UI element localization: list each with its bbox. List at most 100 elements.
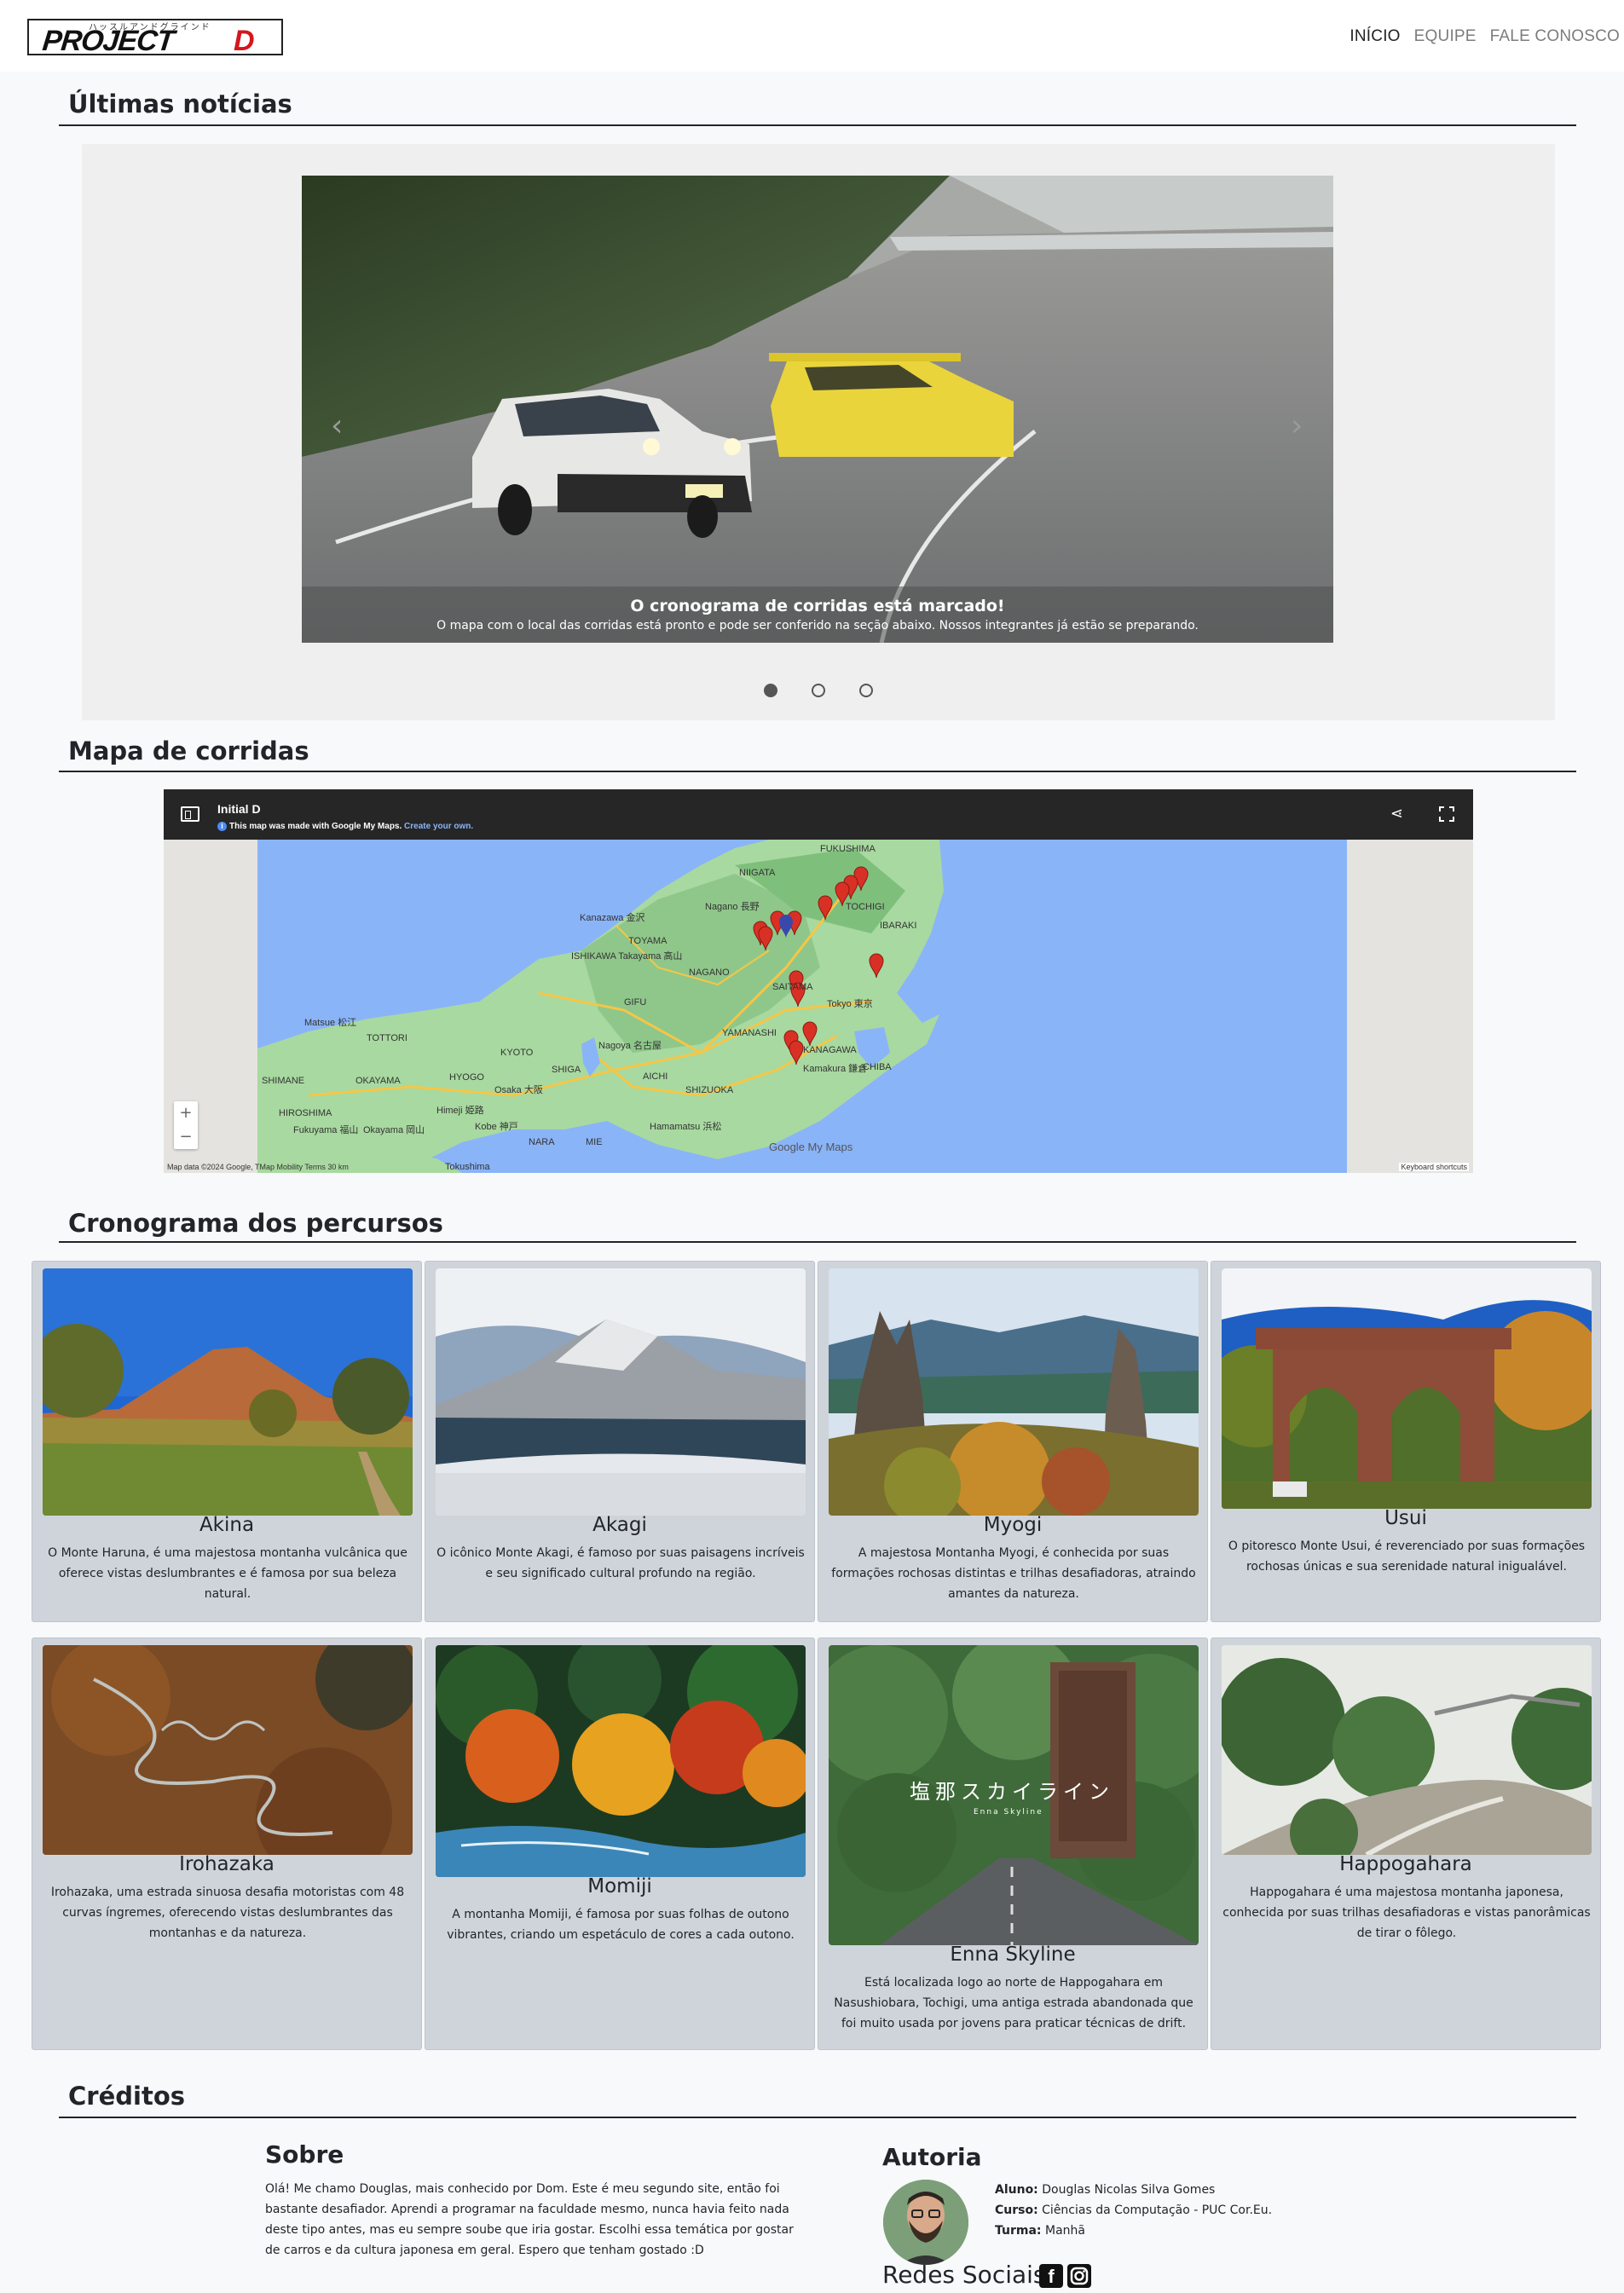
keyboard-shortcuts-link[interactable]: Keyboard shortcuts xyxy=(1399,1163,1469,1171)
svg-text:Fukuyama 福山: Fukuyama 福山 xyxy=(293,1123,358,1135)
route-name: Happogahara xyxy=(1339,1853,1472,1875)
route-name: Enna Skyline xyxy=(950,1944,1076,1966)
carousel-slide: O cronograma de corridas está marcado! O… xyxy=(302,176,1333,643)
create-map-link[interactable]: Create your own. xyxy=(404,822,473,831)
svg-text:Hamamatsu 浜松: Hamamatsu 浜松 xyxy=(650,1120,721,1132)
svg-text:SHIZUOKA: SHIZUOKA xyxy=(685,1085,734,1095)
svg-text:Tokushima: Tokushima xyxy=(445,1162,490,1172)
irohazaka-road-photo xyxy=(43,1645,413,1855)
svg-text:KANAGAWA: KANAGAWA xyxy=(803,1045,857,1055)
carousel-indicator-3[interactable] xyxy=(859,684,873,697)
map-canvas[interactable]: FUKUSHIMA NIIGATA TOCHIGI IBARAKI Kanaza… xyxy=(257,840,1347,1173)
instagram-icon[interactable] xyxy=(1067,2264,1091,2288)
route-name: Momiji xyxy=(587,1875,652,1897)
map-notice: i This map was made with Google My Maps. … xyxy=(217,822,473,831)
route-card-irohazaka: Irohazaka Irohazaka, uma estrada sinuosa… xyxy=(32,1637,422,2050)
svg-text:HIROSHIMA: HIROSHIMA xyxy=(279,1108,332,1118)
route-image xyxy=(436,1268,806,1516)
svg-text:KYOTO: KYOTO xyxy=(500,1048,534,1058)
author-info: Aluno: Douglas Nicolas Silva Gomes Curso… xyxy=(995,2180,1272,2241)
route-card-akagi: Akagi O icônico Monte Akagi, é famoso po… xyxy=(425,1261,815,1622)
author-avatar xyxy=(883,2180,968,2265)
zoom-in-icon[interactable]: + xyxy=(174,1101,198,1125)
section-title-schedule: Cronograma dos percursos xyxy=(68,1209,443,1238)
svg-text:MIE: MIE xyxy=(586,1137,603,1147)
route-image xyxy=(1222,1268,1592,1509)
section-title-news: Últimas notícias xyxy=(68,90,292,118)
svg-text:Matsue 松江: Matsue 松江 xyxy=(304,1016,356,1028)
svg-text:Nagoya 名古屋: Nagoya 名古屋 xyxy=(598,1039,662,1051)
map-title: Initial D xyxy=(217,802,261,816)
race-map-embed[interactable]: Initial D i This map was made with Google… xyxy=(164,789,1473,1173)
route-image xyxy=(43,1268,413,1516)
akina-mountain-photo xyxy=(43,1268,413,1516)
svg-text:HYOGO: HYOGO xyxy=(449,1072,484,1083)
route-card-happogahara: Happogahara Happogahara é uma majestosa … xyxy=(1211,1637,1601,2050)
route-description: Está localizada logo ao norte de Happoga… xyxy=(834,1976,1193,2030)
caption-text: O mapa com o local das corridas está pro… xyxy=(436,619,1199,632)
section-divider xyxy=(59,1241,1576,1243)
racing-cars-photo xyxy=(302,176,1333,643)
section-title-map: Mapa de corridas xyxy=(68,736,309,765)
route-image xyxy=(43,1645,413,1855)
nav-link-equipe[interactable]: EQUIPE xyxy=(1414,27,1477,46)
route-description: A majestosa Montanha Myogi, é conhecida … xyxy=(831,1546,1196,1601)
news-carousel: O cronograma de corridas está marcado! O… xyxy=(82,144,1555,720)
svg-text:ISHIKAWA Takayama 高山: ISHIKAWA Takayama 高山 xyxy=(571,950,682,962)
route-image xyxy=(1222,1645,1592,1855)
author-title: Autoria xyxy=(882,2143,982,2171)
svg-text:Osaka 大阪: Osaka 大阪 xyxy=(494,1083,543,1095)
section-divider xyxy=(59,2117,1576,2118)
svg-text:AICHI: AICHI xyxy=(643,1071,668,1082)
svg-text:Kanazawa 金沢: Kanazawa 金沢 xyxy=(580,911,644,923)
zoom-out-icon[interactable]: − xyxy=(174,1125,198,1149)
nav-links: INÍCIO EQUIPE FALE CONOSCO xyxy=(1336,27,1620,46)
chevron-right-icon[interactable]: › xyxy=(1291,408,1303,443)
route-name: Myogi xyxy=(983,1514,1043,1536)
route-card-myogi: Myogi A majestosa Montanha Myogi, é conh… xyxy=(818,1261,1208,1622)
svg-text:NIIGATA: NIIGATA xyxy=(739,868,776,878)
course-line: Curso: Ciências da Computação - PUC Cor.… xyxy=(995,2203,1273,2217)
carousel-indicator-2[interactable] xyxy=(812,684,825,697)
project-d-logo[interactable]: ハッスルアンドグラインド PROJECT D xyxy=(27,19,283,57)
map-header: Initial D i This map was made with Google… xyxy=(164,789,1473,840)
route-image: 塩那スカイライン Enna Skyline xyxy=(829,1645,1199,1945)
svg-text:FUKUSHIMA: FUKUSHIMA xyxy=(820,844,876,854)
route-description: Happogahara é uma majestosa montanha jap… xyxy=(1222,1886,1591,1940)
svg-text:Himeji 姫路: Himeji 姫路 xyxy=(436,1104,484,1116)
enna-skyline-photo: 塩那スカイライン Enna Skyline xyxy=(829,1645,1199,1945)
carousel-indicator-1[interactable] xyxy=(764,684,777,697)
section-divider xyxy=(59,771,1576,772)
map-zoom-controls: + − xyxy=(174,1101,198,1149)
route-description: O pitoresco Monte Usui, é reverenciado p… xyxy=(1228,1539,1586,1574)
info-icon: i xyxy=(217,822,227,831)
route-name: Akagi xyxy=(592,1514,647,1536)
map-legend-toggle-icon[interactable] xyxy=(181,806,199,822)
fullscreen-icon[interactable] xyxy=(1439,806,1454,822)
svg-text:GIFU: GIFU xyxy=(624,997,646,1008)
route-description: O Monte Haruna, é uma majestosa montanha… xyxy=(48,1546,407,1601)
facebook-icon[interactable]: f xyxy=(1039,2264,1063,2288)
svg-text:YAMANASHI: YAMANASHI xyxy=(722,1028,777,1038)
nav-link-inicio[interactable]: INÍCIO xyxy=(1349,27,1400,46)
student-line: Aluno: Douglas Nicolas Silva Gomes xyxy=(995,2183,1216,2197)
svg-text:Kamakura 鎌倉: Kamakura 鎌倉 xyxy=(803,1062,867,1074)
share-icon[interactable]: ⋖ xyxy=(1390,805,1403,823)
chevron-left-icon[interactable]: ‹ xyxy=(331,408,343,443)
route-description: O icônico Monte Akagi, é famoso por suas… xyxy=(436,1546,805,1580)
svg-text:IBARAKI: IBARAKI xyxy=(880,921,916,931)
carousel-caption: O cronograma de corridas está marcado! O… xyxy=(302,586,1333,643)
svg-text:OKAYAMA: OKAYAMA xyxy=(355,1076,401,1086)
carousel-indicators xyxy=(82,684,1555,697)
section-divider xyxy=(59,124,1576,126)
logo-text: PROJECT xyxy=(41,25,176,57)
route-description: A montanha Momiji, é famosa por suas fol… xyxy=(447,1908,795,1942)
usui-bridge-photo xyxy=(1222,1268,1592,1509)
svg-text:Enna Skyline: Enna Skyline xyxy=(974,1808,1043,1816)
nav-link-fale-conosco[interactable]: FALE CONOSCO xyxy=(1490,27,1620,46)
author-photo xyxy=(883,2180,968,2265)
navbar: ハッスルアンドグラインド PROJECT D INÍCIO EQUIPE FAL… xyxy=(0,0,1624,72)
svg-text:Tokyo 東京: Tokyo 東京 xyxy=(827,997,873,1009)
momiji-autumn-photo xyxy=(436,1645,806,1877)
svg-text:TOTTORI: TOTTORI xyxy=(367,1033,407,1043)
